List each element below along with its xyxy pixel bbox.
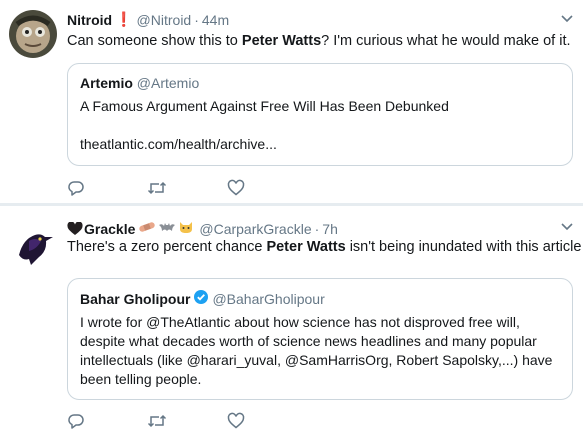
avatar[interactable]: [9, 10, 57, 58]
tweet[interactable]: Nitroid ❗ @Nitroid · 44m Can someone sho…: [0, 0, 583, 203]
timestamp[interactable]: 7h: [322, 221, 338, 237]
tweet-text-part: ? I'm curious what he would make of it.: [321, 33, 571, 49]
quoted-tweet-text: I wrote for @TheAtlantic about how scien…: [80, 314, 553, 387]
tweet-text-part: isn't being inundated with this article: [345, 239, 582, 255]
tweet-text: Can someone show this to Peter Watts? I'…: [67, 33, 571, 49]
like-icon[interactable]: [227, 178, 307, 198]
separator: ·: [194, 11, 199, 28]
tweet-text-highlight: Peter Watts: [241, 33, 322, 49]
tweet-text-part: Can someone show this to: [67, 33, 242, 49]
chevron-down-icon[interactable]: [561, 12, 573, 26]
retweet-icon[interactable]: [147, 411, 227, 431]
reply-icon[interactable]: [67, 178, 147, 198]
quoted-display-name: Bahar Gholipour: [80, 291, 191, 307]
bandage-icon: [138, 220, 156, 237]
quoted-display-name: Artemio: [80, 75, 133, 91]
tweet[interactable]: Grackle @CarparkGrackle · 7h There's a z…: [0, 206, 583, 435]
retweet-icon[interactable]: [147, 178, 227, 198]
quoted-user-handle: @BaharGholipour: [212, 291, 325, 307]
tweet-header: Grackle @CarparkGrackle · 7h: [67, 220, 338, 237]
timestamp[interactable]: 44m: [202, 12, 229, 28]
black-heart-icon: [67, 220, 83, 236]
quoted-tweet-text: A Famous Argument Against Free Will Has …: [80, 98, 449, 114]
avatar[interactable]: [9, 221, 57, 269]
quoted-user-handle: @Artemio: [136, 75, 200, 91]
quoted-tweet-header: Bahar Gholipour @BaharGholipour: [80, 290, 325, 307]
tweet-text-part: There's a zero percent chance: [67, 239, 267, 255]
tweet-actions: [67, 411, 307, 431]
verified-badge-icon: [194, 290, 209, 304]
quoted-tweet-link[interactable]: theatlantic.com/health/archive...: [80, 136, 277, 152]
exclamation-icon: ❗: [115, 11, 133, 27]
quoted-tweet[interactable]: Artemio @Artemio A Famous Argument Again…: [67, 63, 573, 166]
quoted-tweet[interactable]: Bahar Gholipour @BaharGholipour I wrote …: [67, 278, 573, 400]
display-name[interactable]: Nitroid: [67, 12, 112, 28]
user-handle[interactable]: @Nitroid: [137, 12, 192, 28]
chevron-down-icon[interactable]: [561, 220, 573, 234]
reply-icon[interactable]: [67, 411, 147, 431]
cat-face-icon: [178, 220, 194, 237]
bat-icon: [158, 220, 176, 237]
like-icon[interactable]: [227, 411, 307, 431]
user-handle[interactable]: @CarparkGrackle: [199, 221, 311, 237]
quoted-tweet-header: Artemio @Artemio: [80, 75, 199, 91]
separator: ·: [314, 220, 320, 237]
tweet-header: Nitroid ❗ @Nitroid · 44m: [67, 11, 229, 28]
display-name[interactable]: Grackle: [84, 221, 135, 237]
tweet-text: There's a zero percent chance Peter Watt…: [67, 239, 581, 255]
tweet-actions: [67, 178, 307, 198]
tweet-text-highlight: Peter Watts: [266, 239, 346, 255]
